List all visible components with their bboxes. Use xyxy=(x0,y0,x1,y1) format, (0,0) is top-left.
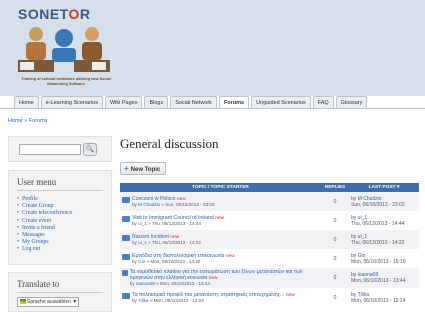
topic-starter: by M Chudzio » Sun, 06/16/2013 - 23:02 xyxy=(132,201,215,207)
last-post: by Gio Mon, 06/10/2013 - 15:10 xyxy=(349,249,419,268)
logo-text-a: SONET xyxy=(18,6,69,22)
new-badge: new xyxy=(215,215,224,221)
table-row: Τα πολιτισμικά προφίλ του μετανάστη: στρ… xyxy=(120,288,419,307)
site-tagline: Training of cultural mediators utilizing… xyxy=(21,77,111,86)
table-row: Czeczeni w Polsce new by M Chudzio » Sun,… xyxy=(120,192,419,211)
topic-author-link[interactable]: Tilika xyxy=(138,298,149,303)
menu-item-create-event[interactable]: Create event xyxy=(17,218,103,225)
last-post: by ui_1 Thu, 06/13/2013 - 14:44 xyxy=(349,211,419,230)
logo-text-b: R xyxy=(79,6,91,22)
new-badge: new xyxy=(208,276,218,281)
reply-count: 0 xyxy=(321,268,349,288)
topic-icon xyxy=(122,234,130,241)
translate-title: Translate to xyxy=(17,279,103,293)
menu-item-messages[interactable]: Messages xyxy=(17,232,103,239)
reply-count: 0 xyxy=(321,192,349,211)
new-topic-button[interactable]: + New Topic xyxy=(120,162,167,175)
topic-starter: by ui_1 » Thu, 06/13/2013 - 14:22 xyxy=(132,239,201,245)
google-translate-icon xyxy=(20,299,26,305)
last-post: by Tilika Mon, 06/10/2013 - 12:24 xyxy=(349,288,419,307)
last-post: by ioanna09 Mon, 06/10/2013 - 13:44 xyxy=(349,268,419,288)
language-select[interactable]: Sprache auswählen ▼ xyxy=(17,297,79,307)
menu-item-create-teleconference[interactable]: Create teleconference xyxy=(17,210,103,217)
topic-starter: by Tilika » Mon, 06/10/2013 - 12:24 xyxy=(132,297,204,303)
search-icon: 🔍 xyxy=(85,146,95,153)
topic-icon xyxy=(122,215,130,222)
logo-illustration xyxy=(14,24,114,76)
reply-count: 0 xyxy=(321,288,349,307)
reply-count: 0 xyxy=(321,249,349,268)
menu-item-invite-friend[interactable]: Invite a friend xyxy=(17,225,103,232)
topic-icon xyxy=(122,253,130,260)
topic-author-link[interactable]: ui_1 xyxy=(138,221,147,226)
topics-table: TOPIC / TOPIC STARTER REPLIES LAST POST … xyxy=(120,183,419,307)
new-topic-label: New Topic xyxy=(130,167,161,173)
topic-author-link[interactable]: ui_1 xyxy=(138,240,147,245)
plus-icon: + xyxy=(124,164,129,173)
last-post: by ui_1 Thu, 06/13/2013 - 14:22 xyxy=(349,230,419,249)
nav-divider xyxy=(0,108,425,109)
breadcrumb[interactable]: Home » Forums xyxy=(8,118,47,124)
menu-item-profile[interactable]: Profile xyxy=(17,196,103,203)
page-title: General discussion xyxy=(120,136,219,151)
site-header: SONETOR Training of cultural mediators u… xyxy=(0,0,425,96)
topic-icon xyxy=(122,270,128,276)
user-menu-title: User menu xyxy=(17,177,103,191)
search-button[interactable]: 🔍 xyxy=(83,143,97,156)
reply-count: 0 xyxy=(321,230,349,249)
new-badge: new xyxy=(225,253,235,259)
menu-item-log-out[interactable]: Log out xyxy=(17,246,103,253)
topic-starter: by ui_1 » Thu, 06/13/2013 - 14:44 xyxy=(132,220,201,226)
replies-column-header[interactable]: REPLIES xyxy=(321,183,349,192)
last-post: by M Chudzio Sun, 06/16/2013 - 23:02 xyxy=(349,192,419,211)
menu-item-my-groups[interactable]: My Groups xyxy=(17,239,103,246)
site-logo[interactable]: SONETOR xyxy=(18,6,91,22)
user-menu-block: User menu Profile Create Group Create te… xyxy=(8,170,112,265)
topic-column-header[interactable]: TOPIC / TOPIC STARTER xyxy=(120,183,321,192)
table-row: Τα νομοθετικό πλαίσιο για την ενσωμάτωση… xyxy=(120,268,419,288)
new-badge: new xyxy=(285,292,295,298)
reply-count: 0 xyxy=(321,211,349,230)
topic-icon xyxy=(122,196,130,203)
last-post-column-header[interactable]: LAST POST ▾ xyxy=(349,183,419,192)
search-block: 🔍 xyxy=(8,136,112,162)
user-menu-list: Profile Create Group Create teleconferen… xyxy=(17,196,103,254)
topic-icon xyxy=(122,292,130,299)
topic-starter: by Gio » Mon, 06/10/2013 - 14:30 xyxy=(132,258,201,264)
logo-text-o: O xyxy=(68,6,80,22)
topic-author-link[interactable]: ioanna09 xyxy=(136,281,155,286)
translate-block: Translate to Sprache auswählen ▼ xyxy=(8,272,112,312)
topic-starter: by ioanna09 » Mon, 06/10/2013 - 13:44 xyxy=(129,281,210,286)
table-row: Racism Incident new by ui_1 » Thu, 06/13/… xyxy=(120,230,419,249)
table-row: Εμπόδια στη διαπολιτισμική επικοινωνία n… xyxy=(120,249,419,268)
table-row: Visit to Immigrant Council of Ireland ne… xyxy=(120,211,419,230)
topic-author-link[interactable]: M Chudzio xyxy=(138,202,160,207)
search-input[interactable] xyxy=(19,144,81,155)
language-select-value: Sprache auswählen ▼ xyxy=(27,299,78,305)
